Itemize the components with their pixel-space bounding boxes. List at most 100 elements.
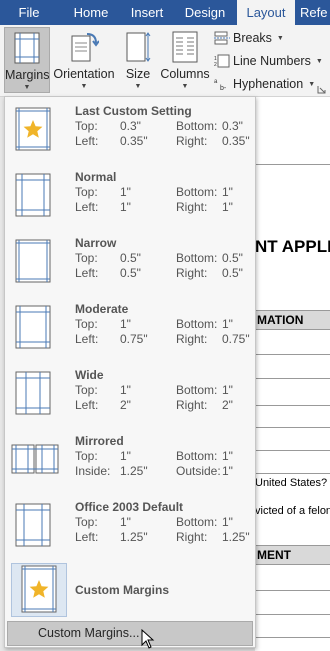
size-label: Size: [125, 67, 151, 81]
margin-option-narrow[interactable]: Narrow Top: 0.5" Bottom: 0.5" Left: 0.5"…: [7, 231, 253, 295]
margin-option-normal[interactable]: Normal Top: 1" Bottom: 1" Left: 1" Right…: [7, 165, 253, 229]
row2-value: 0.35": [120, 134, 148, 148]
row1-value: 1": [120, 515, 131, 529]
option-name: Narrow: [75, 236, 117, 250]
row1-value: 0.5": [120, 251, 141, 265]
tab-home[interactable]: Home: [66, 0, 116, 25]
tab-file[interactable]: File: [8, 0, 50, 25]
margin-option-mirrored[interactable]: Mirrored Top: 1" Bottom: 1" Inside: 1.25…: [7, 429, 253, 493]
row2-value: 0.75": [120, 332, 148, 346]
line-numbers-label: Line Numbers: [233, 54, 311, 68]
row1-value-right: 1": [222, 383, 233, 397]
mirrored-pages-icon: [11, 444, 59, 474]
row2-label: Left:: [75, 398, 99, 412]
row2-label-right: Right:: [176, 266, 208, 280]
option-name: Last Custom Setting: [75, 104, 192, 118]
row1-value: 1": [120, 185, 131, 199]
row2-value: 1.25": [120, 464, 148, 478]
margin-option-moderate[interactable]: Moderate Top: 1" Bottom: 1" Left: 0.75" …: [7, 297, 253, 361]
row2-value-right: 0.5": [222, 266, 243, 280]
margins-button[interactable]: Margins ▼: [4, 27, 50, 93]
row1-label: Top:: [75, 185, 98, 199]
custom-margins-button[interactable]: Custom Margins...: [7, 621, 253, 646]
orientation-label: Orientation: [53, 67, 115, 81]
orientation-icon: [69, 31, 100, 66]
document-line: [255, 427, 330, 428]
margins-label: Margins: [5, 68, 50, 82]
row1-value: 1": [120, 383, 131, 397]
section-band: MATION: [255, 310, 330, 330]
row2-value-right: 1": [222, 200, 233, 214]
margin-option-wide[interactable]: Wide Top: 1" Bottom: 1" Left: 2" Right: …: [7, 363, 253, 427]
document-line: [255, 450, 330, 451]
row2-label: Inside:: [75, 464, 111, 478]
document-line: [255, 354, 330, 355]
breaks-button[interactable]: Breaks ▼: [214, 28, 284, 48]
columns-label: Columns: [160, 67, 210, 81]
orientation-button[interactable]: Orientation ▼: [52, 27, 116, 93]
section-band: MENT: [255, 545, 330, 565]
option-name: Custom Margins: [75, 583, 170, 597]
row2-value: 1": [120, 200, 131, 214]
hyphenation-button[interactable]: a b- Hyphenation ▼: [214, 74, 315, 94]
option-name: Normal: [75, 170, 117, 184]
row1-value: 1": [120, 449, 131, 463]
tab-references[interactable]: Refe: [300, 0, 330, 25]
section-title: MENT: [257, 548, 291, 562]
row1-label-right: Bottom:: [176, 251, 218, 265]
margin-option-custom[interactable]: Custom Margins: [7, 561, 253, 619]
row1-label: Top:: [75, 119, 98, 133]
row2-label-right: Right:: [176, 134, 208, 148]
page-margins-icon: [15, 371, 51, 415]
svg-text:a: a: [214, 79, 218, 85]
row1-value-right: 1": [222, 317, 233, 331]
document-page: NT APPLI MATION United States? victed of…: [255, 97, 330, 651]
page-margins-icon: [15, 107, 51, 151]
row2-label-right: Outside:: [176, 464, 221, 478]
row1-value: 0.3": [120, 119, 141, 133]
margin-option-last-custom[interactable]: Last Custom Setting Top: 0.3" Bottom: 0.…: [7, 99, 253, 163]
row1-label-right: Bottom:: [176, 317, 218, 331]
tab-insert[interactable]: Insert: [124, 0, 170, 25]
size-button[interactable]: Size ▼: [119, 27, 157, 93]
dialog-launcher-icon[interactable]: [317, 85, 326, 94]
chevron-down-icon: ▼: [181, 83, 189, 90]
margin-option-office-2003[interactable]: Office 2003 Default Top: 1" Bottom: 1" L…: [7, 495, 253, 559]
document-line: [255, 405, 330, 406]
columns-icon: [172, 31, 198, 66]
row2-label: Left:: [75, 200, 99, 214]
ribbon: Margins ▼ Orientation ▼ Size ▼ Columns ▼…: [0, 25, 330, 97]
tab-layout[interactable]: Layout: [237, 0, 295, 25]
row2-value: 1.25": [120, 530, 148, 544]
tab-design[interactable]: Design: [180, 0, 230, 25]
page-margins-icon: [15, 305, 51, 349]
chevron-down-icon: ▼: [276, 34, 284, 42]
row1-label: Top:: [75, 515, 98, 529]
row2-value-right: 0.75": [222, 332, 250, 346]
row1-label-right: Bottom:: [176, 449, 218, 463]
breaks-icon: [214, 31, 230, 45]
breaks-label: Breaks: [233, 31, 272, 45]
row1-label: Top:: [75, 449, 98, 463]
option-name: Moderate: [75, 302, 129, 316]
document-line: [255, 473, 330, 474]
chevron-down-icon: ▼: [23, 84, 31, 91]
section-title: MATION: [257, 313, 304, 327]
row2-value: 0.5": [120, 266, 141, 280]
option-name: Wide: [75, 368, 104, 382]
row1-value-right: 1": [222, 449, 233, 463]
row2-value-right: 2": [222, 398, 233, 412]
line-numbers-button[interactable]: 12 Line Numbers ▼: [214, 51, 323, 71]
row1-value-right: 1": [222, 515, 233, 529]
option-name: Office 2003 Default: [75, 500, 184, 514]
columns-button[interactable]: Columns ▼: [159, 27, 211, 93]
row1-value: 1": [120, 317, 131, 331]
hyphenation-icon: ab-: [214, 79, 227, 91]
page-margins-icon: [15, 239, 51, 283]
document-line: [255, 637, 330, 638]
row2-label: Left:: [75, 266, 99, 280]
svg-text:2: 2: [214, 62, 217, 68]
page-margins-icon: [15, 503, 51, 547]
row1-label: Top:: [75, 317, 98, 331]
row2-value-right: 0.35": [222, 134, 250, 148]
